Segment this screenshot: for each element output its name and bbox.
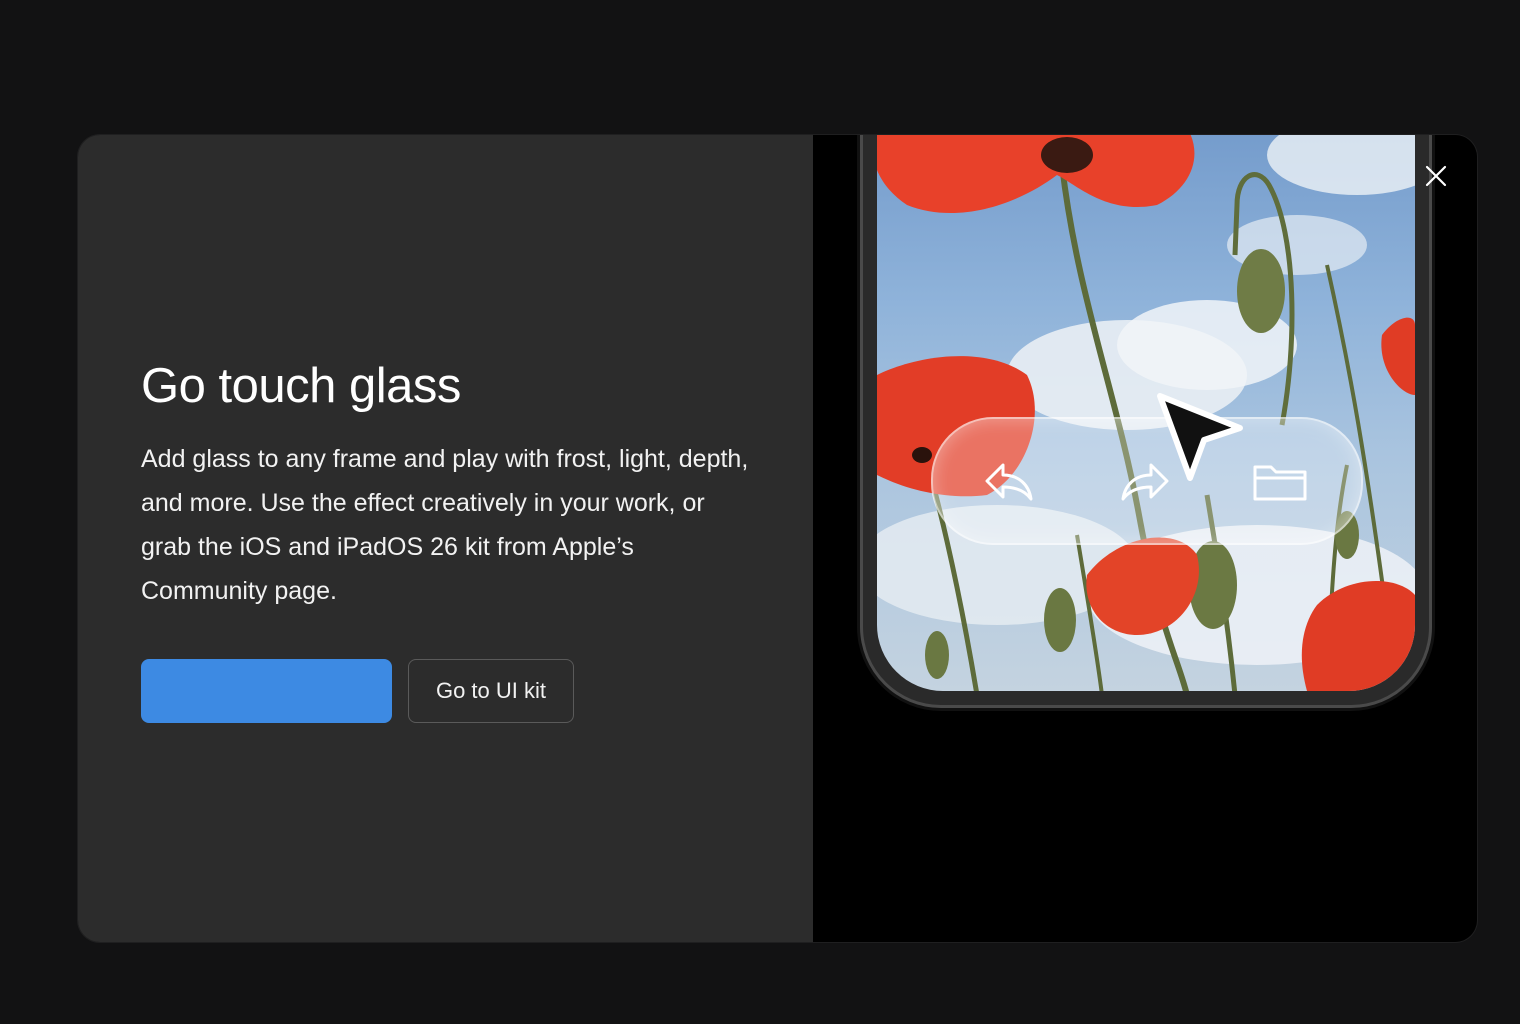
cursor-icon <box>1152 390 1252 495</box>
modal-description: Add glass to any frame and play with fro… <box>141 445 749 605</box>
undo-icon[interactable] <box>981 457 1037 510</box>
go-to-ui-kit-button[interactable]: Go to UI kit <box>408 659 574 723</box>
glass-toolbar <box>931 417 1363 545</box>
primary-action-button[interactable] <box>141 659 392 723</box>
modal-content-panel: Go touch glass Add glass to any frame an… <box>78 135 813 942</box>
phone-mockup <box>863 135 1429 705</box>
phone-screen-photo <box>877 135 1415 691</box>
close-icon[interactable] <box>1421 161 1451 191</box>
modal-illustration-panel <box>813 135 1477 942</box>
folder-icon[interactable] <box>1251 457 1309 510</box>
modal-dialog: Go touch glass Add glass to any frame an… <box>78 135 1477 942</box>
modal-title: Go touch glass <box>141 359 461 413</box>
